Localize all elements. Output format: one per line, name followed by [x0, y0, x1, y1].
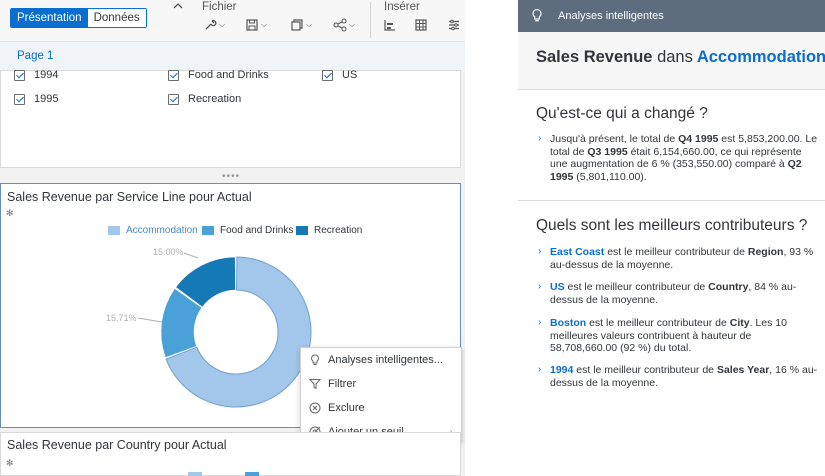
- checkbox-item[interactable]: US: [322, 69, 357, 81]
- checkbox-item[interactable]: Food and Drinks: [168, 69, 269, 81]
- menu-item-label: Filtrer: [328, 378, 357, 390]
- filter-icon: [309, 379, 321, 390]
- legend-swatch: [202, 226, 214, 235]
- gear-icon[interactable]: ✻: [6, 458, 14, 469]
- tab-presentation[interactable]: Présentation: [11, 9, 88, 27]
- insight-text: US est le meilleur contributeur de Count…: [550, 281, 797, 306]
- chevron-right-icon: ›: [538, 281, 542, 292]
- insight-connector: dans: [657, 48, 693, 66]
- checkbox-label: US: [342, 69, 358, 81]
- resize-handle[interactable]: ••••: [222, 171, 240, 182]
- lightbulb-icon: [532, 9, 542, 22]
- legend-label: Accommodation: [126, 225, 198, 236]
- copy-menu[interactable]: ⌵: [290, 16, 312, 34]
- chart-title: Sales Revenue par Service Line pour Actu…: [7, 190, 252, 204]
- exclude-icon: [309, 402, 321, 414]
- bar-chart-icon: [384, 20, 395, 31]
- chart-title: Sales Revenue par Country pour Actual: [7, 438, 227, 452]
- panel-title: Analyses intelligentes: [558, 10, 664, 22]
- toolbar: Présentation Données Fichier ⌵ ⌵ ⌵ ⌵ Ins…: [0, 0, 465, 42]
- checkbox-checked-icon[interactable]: [14, 69, 25, 81]
- insight-item[interactable]: › East Coast est le meilleur contributeu…: [538, 246, 818, 271]
- legend-item[interactable]: Recreation: [296, 225, 362, 236]
- menu-item-filter[interactable]: Filtrer: [301, 372, 461, 396]
- checkbox-item[interactable]: Recreation: [168, 93, 241, 105]
- tab-page-1[interactable]: Page 1: [17, 50, 53, 62]
- menu-item-label: Analyses intelligentes...: [328, 354, 443, 366]
- divider: [518, 200, 825, 201]
- tools-icon: [205, 19, 217, 30]
- context-menu: Analyses intelligentes... Filtrer Exclur…: [300, 347, 462, 442]
- page-tabs: Page 1: [0, 42, 465, 70]
- filter-card: 1994 1995 Food and Drinks Recreation US: [0, 69, 461, 168]
- gear-icon[interactable]: ✻: [6, 208, 14, 219]
- insight-text: Boston est le meilleur contributeur de C…: [550, 317, 787, 354]
- checkbox-checked-icon[interactable]: [322, 69, 333, 81]
- checkbox-label: 1995: [34, 93, 59, 105]
- legend-item[interactable]: Food and Drinks: [202, 225, 293, 236]
- checkbox-checked-icon[interactable]: [168, 69, 179, 81]
- story-canvas: Présentation Données Fichier ⌵ ⌵ ⌵ ⌵ Ins…: [0, 0, 465, 476]
- view-switch: Présentation Données: [10, 8, 147, 28]
- lightbulb-icon: [311, 354, 319, 365]
- legend-swatch: [296, 226, 308, 235]
- insert-chart-button[interactable]: [383, 16, 397, 34]
- copy-icon: [291, 19, 303, 31]
- checkbox-label: Recreation: [188, 93, 242, 105]
- checkbox-checked-icon[interactable]: [168, 93, 179, 105]
- chevron-down-icon: ⌵: [306, 20, 313, 29]
- chevron-down-icon: ⌵: [349, 20, 356, 29]
- checkbox-item[interactable]: 1994: [14, 69, 58, 81]
- legend-label: Food and Drinks: [220, 225, 294, 236]
- collapse-icon[interactable]: [172, 0, 184, 14]
- chevron-right-icon: ›: [538, 246, 542, 257]
- filter-settings-icon: [449, 19, 459, 31]
- chevron-down-icon: ⌵: [261, 20, 268, 29]
- menu-item-exclude[interactable]: Exclure: [301, 396, 461, 420]
- checkbox-checked-icon[interactable]: [14, 93, 25, 105]
- insight-item[interactable]: › US est le meilleur contributeur de Cou…: [538, 281, 818, 306]
- insert-group-label: Insérer: [384, 1, 420, 13]
- legend-swatch: [188, 472, 202, 476]
- save-menu[interactable]: ⌵: [245, 16, 267, 34]
- menu-item-smart-insights[interactable]: Analyses intelligentes...: [301, 348, 461, 372]
- insight-item[interactable]: › Boston est le meilleur contributeur de…: [538, 317, 818, 355]
- insert-filter-button[interactable]: [447, 16, 461, 34]
- insight-metric: Sales Revenue: [536, 48, 653, 66]
- chevron-right-icon: ›: [538, 364, 542, 375]
- insight-item[interactable]: › Jusqu'à présent, le total de Q4 1995 e…: [538, 133, 818, 183]
- legend-item[interactable]: Accommodation: [108, 225, 198, 236]
- legend-label: Recreation: [314, 225, 363, 236]
- tab-donnees[interactable]: Données: [87, 9, 146, 27]
- toolbar-divider: [370, 2, 371, 38]
- insight-text: East Coast est le meilleur contributeur …: [550, 246, 814, 271]
- save-icon: [246, 19, 258, 31]
- section-title: Qu'est-ce qui a changé ?: [536, 105, 708, 122]
- insight-member: Accommodation: [696, 48, 825, 66]
- insight-text: Jusqu'à présent, le total de Q4 1995 est…: [550, 133, 818, 183]
- insight-text: 1994 est le meilleur contributeur de Sal…: [550, 364, 818, 389]
- share-icon: [333, 18, 347, 32]
- menu-item-label: Exclure: [328, 402, 365, 414]
- tools-menu[interactable]: ⌵: [203, 16, 225, 34]
- insert-table-button[interactable]: [414, 16, 428, 34]
- insight-heading: Sales Revenue dans Accommodation: [518, 32, 825, 90]
- smart-insights-panel: Analyses intelligentes Sales Revenue dan…: [518, 0, 825, 476]
- insight-item[interactable]: › 1994 est le meilleur contributeur de S…: [538, 364, 818, 389]
- chevron-down-icon: ⌵: [219, 20, 226, 29]
- file-group-label: Fichier: [202, 1, 237, 13]
- panel-header: Analyses intelligentes: [518, 0, 825, 32]
- checkbox-label: Food and Drinks: [188, 69, 269, 81]
- legend-swatch: [245, 472, 259, 476]
- checkbox-item[interactable]: 1995: [14, 93, 58, 105]
- checkbox-label: 1994: [34, 69, 59, 81]
- insight-title: Sales Revenue dans Accommodation: [536, 48, 825, 67]
- legend-swatch: [108, 226, 120, 235]
- chevron-right-icon: ›: [538, 133, 542, 144]
- chevron-right-icon: ›: [538, 317, 542, 328]
- share-menu[interactable]: ⌵: [333, 16, 355, 34]
- table-icon: [415, 19, 427, 31]
- section-title: Quels sont les meilleurs contributeurs ?: [536, 217, 808, 234]
